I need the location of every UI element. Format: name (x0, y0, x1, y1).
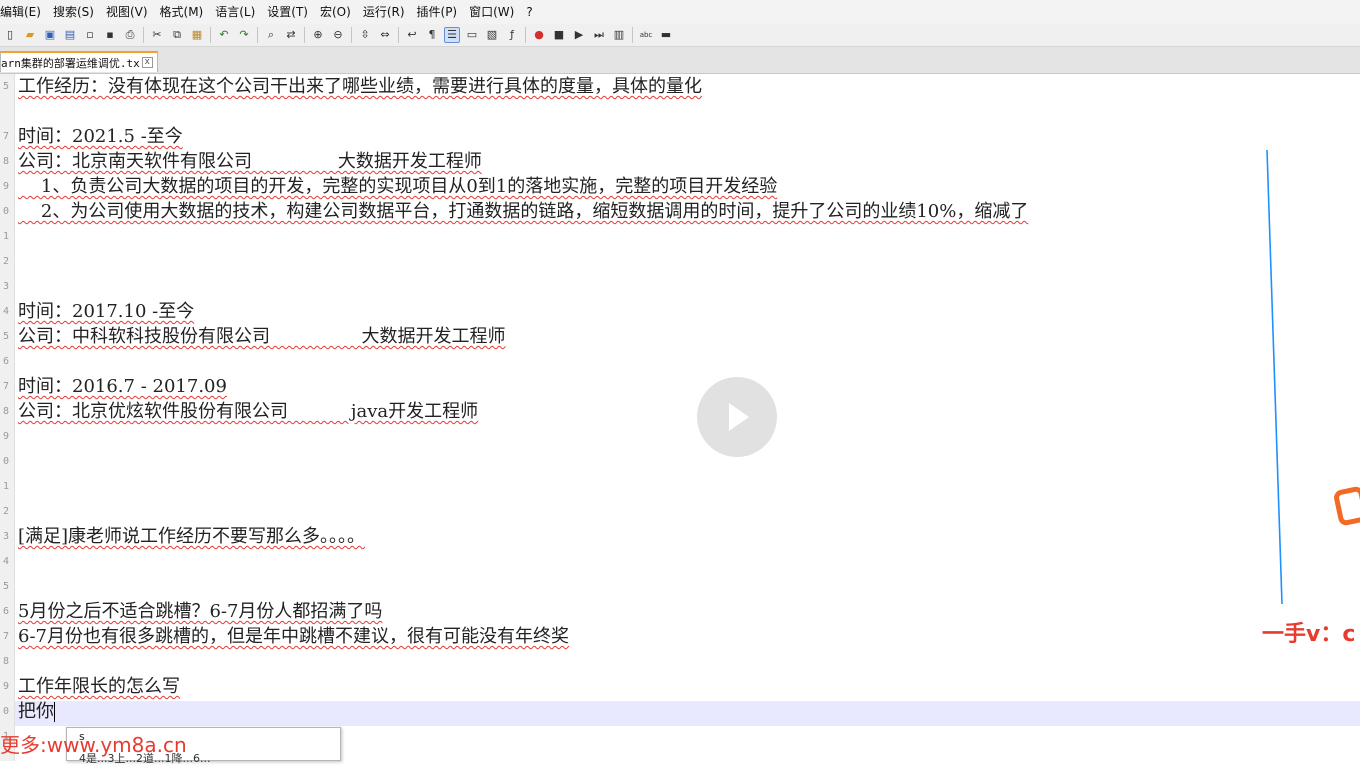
annotation-pen-line (1266, 149, 1283, 605)
video-play-button[interactable] (697, 377, 777, 457)
watermark-bottom: 更多:www.ym8a.cn (0, 733, 187, 757)
watermark-right: 一手v：c (1262, 622, 1356, 647)
